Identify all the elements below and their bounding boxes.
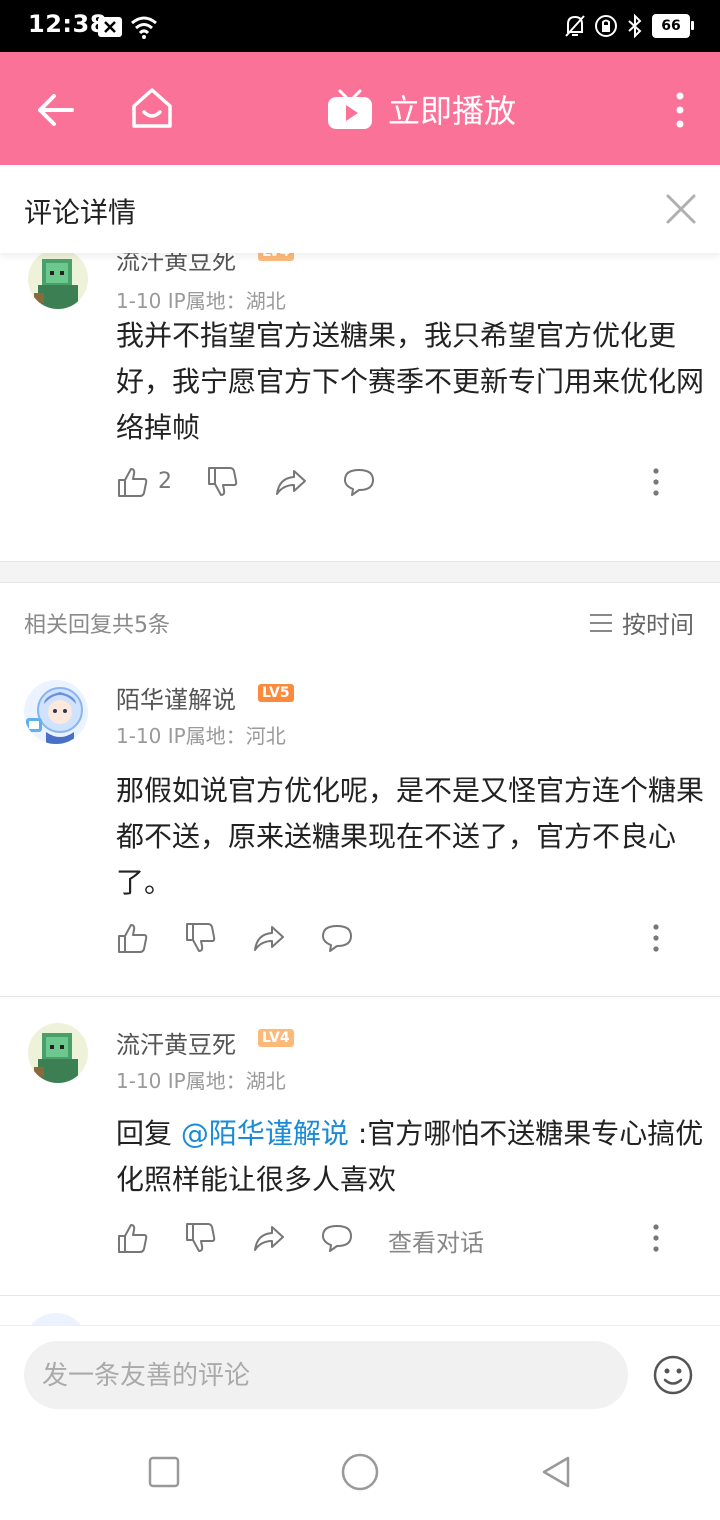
- more-options-icon[interactable]: [644, 465, 668, 499]
- recent-apps-icon[interactable]: [146, 1454, 182, 1490]
- avatar-image: [28, 1023, 88, 1083]
- avatar-image: [24, 680, 88, 744]
- divider: [0, 1295, 720, 1296]
- more-vertical-icon[interactable]: [665, 88, 695, 132]
- status-time: 12:38: [28, 10, 107, 38]
- dislike-icon[interactable]: [184, 921, 218, 955]
- share-icon[interactable]: [252, 921, 286, 955]
- home-nav-icon[interactable]: [340, 1452, 380, 1492]
- sort-by-time-button[interactable]: 按时间: [588, 605, 694, 640]
- mention-link[interactable]: @陌华谨解说: [181, 1117, 349, 1150]
- comment-detail-header: 评论详情: [0, 165, 720, 253]
- comment-actions: 查看对话: [116, 1221, 676, 1261]
- divider: [0, 996, 720, 997]
- level-badge: LV4: [258, 1029, 294, 1047]
- share-icon[interactable]: [252, 1221, 286, 1255]
- comment-input-container[interactable]: [24, 1341, 628, 1411]
- main-comment: 流汗黄豆死 LV4 1-10 IP属地：湖北 我并不指望官方送糖果，我只希望官方…: [0, 253, 720, 563]
- bluetooth-icon: [628, 14, 642, 38]
- more-options-icon[interactable]: [644, 1221, 668, 1255]
- play-now-label: 立即播放: [388, 92, 517, 130]
- tv-play-icon: [328, 89, 372, 129]
- comment-meta: 1-10 IP属地：河北: [116, 724, 286, 748]
- system-nav-bar: [0, 1420, 720, 1520]
- view-dialog-link[interactable]: 查看对话: [388, 1223, 484, 1258]
- status-right-icons: 66: [564, 13, 694, 39]
- comment-text: 回复 @陌华谨解说 :官方哪怕不送糖果专心搞优化照样能让很多人喜欢: [116, 1111, 706, 1203]
- comment-input-bar: [0, 1325, 720, 1421]
- reply-prefix: 回复: [116, 1117, 181, 1150]
- home-icon[interactable]: [128, 84, 176, 132]
- comment-scroll-area[interactable]: 流汗黄豆死 LV4 1-10 IP属地：湖北 我并不指望官方送糖果，我只希望官方…: [0, 253, 720, 1325]
- level-badge: LV4: [258, 253, 294, 261]
- like-icon[interactable]: [116, 465, 150, 499]
- reply-bubble-icon[interactable]: [320, 1221, 354, 1255]
- section-divider: [0, 561, 720, 583]
- app-bar: 立即播放: [0, 52, 720, 165]
- comment-meta: 1-10 IP属地：湖北: [116, 1069, 286, 1093]
- comment-meta: 1-10 IP属地：湖北: [116, 289, 286, 313]
- reply-bubble-icon[interactable]: [342, 465, 376, 499]
- like-icon[interactable]: [116, 1221, 150, 1255]
- avatar[interactable]: [28, 1023, 88, 1083]
- replies-header: 相关回复共5条 按时间: [0, 597, 720, 657]
- comment-text: 那假如说官方优化呢，是不是又怪官方连个糖果都不送，原来送糖果现在不送了，官方不良…: [116, 774, 705, 899]
- emoji-icon[interactable]: [652, 1354, 694, 1396]
- battery-indicator: 66: [652, 14, 694, 38]
- reply-item: 陌华谨解说 LV5 1-10 IP属地：河北 那假如说官方优化呢，是不是又怪官方…: [0, 668, 720, 998]
- level-badge: LV5: [258, 684, 294, 702]
- username[interactable]: 陌华谨解说: [116, 680, 236, 715]
- page-title: 评论详情: [24, 196, 137, 229]
- replies-count: 相关回复共5条: [24, 613, 170, 638]
- comment-actions: 2: [116, 465, 676, 505]
- sort-label: 按时间: [622, 611, 694, 639]
- dislike-icon[interactable]: [206, 465, 240, 499]
- lock-rotation-icon: [595, 15, 617, 37]
- status-bar: 12:38 66: [0, 0, 720, 52]
- username[interactable]: 流汗黄豆死: [116, 1025, 236, 1060]
- reply-item: 流汗黄豆死 LV4 1-10 IP属地：湖北 回复 @陌华谨解说 :官方哪怕不送…: [0, 1013, 720, 1293]
- avatar-image: [24, 1313, 88, 1325]
- comment-actions: [116, 921, 676, 961]
- avatar[interactable]: [24, 680, 88, 744]
- comment-input[interactable]: [40, 1341, 614, 1411]
- avatar[interactable]: [24, 1313, 88, 1325]
- more-options-icon[interactable]: [644, 921, 668, 955]
- avatar[interactable]: [28, 253, 88, 309]
- back-arrow-icon[interactable]: [34, 88, 78, 132]
- like-icon[interactable]: [116, 921, 150, 955]
- like-count: 2: [158, 469, 172, 494]
- wifi-icon: [131, 16, 157, 39]
- username[interactable]: 流汗黄豆死: [116, 253, 236, 276]
- avatar-image: [28, 253, 88, 309]
- dislike-icon[interactable]: [184, 1221, 218, 1255]
- play-now-button[interactable]: 立即播放: [326, 86, 516, 132]
- share-icon[interactable]: [274, 465, 308, 499]
- comment-text: 我并不指望官方送糖果，我只希望官方优化更好，我宁愿官方下个赛季不更新专门用来优化…: [116, 319, 705, 444]
- sort-list-icon: [590, 613, 612, 632]
- back-nav-icon[interactable]: [538, 1454, 574, 1490]
- notification-x-icon: [98, 17, 122, 37]
- close-icon[interactable]: [664, 192, 698, 226]
- mute-bell-icon: [565, 15, 585, 37]
- reply-bubble-icon[interactable]: [320, 921, 354, 955]
